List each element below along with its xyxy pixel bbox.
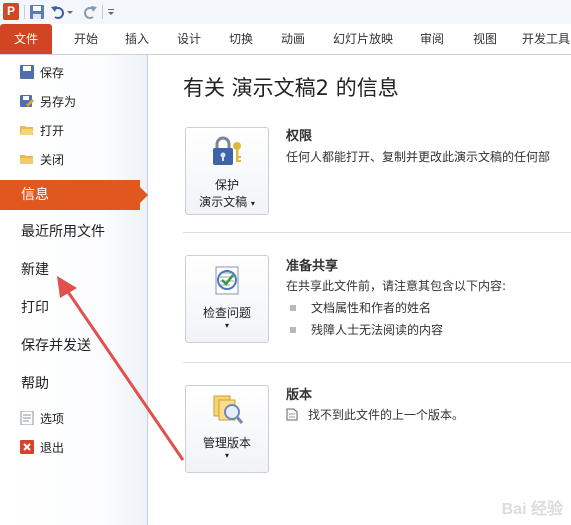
tab-insert[interactable]: 插入	[121, 24, 153, 54]
document-icon	[286, 408, 298, 421]
backstage-nav: 保存 另存为 打开 关闭 信息 最近所用文件 新建 打印 保存并发送 帮助 选项…	[0, 55, 148, 525]
permissions-description: 任何人都能打开、复制并更改此演示文稿的任何部	[286, 150, 551, 164]
page-title: 有关 演示文稿2 的信息	[183, 76, 399, 100]
nav-close[interactable]: 关闭	[20, 150, 64, 170]
bullet-icon	[290, 305, 296, 311]
tab-slide-show[interactable]: 幻灯片放映	[330, 24, 396, 54]
bullet-icon	[290, 327, 296, 333]
versions-heading: 版本	[286, 388, 313, 403]
list-item: 文档属性和作者的姓名	[290, 299, 431, 316]
nav-save[interactable]: 保存	[20, 63, 64, 83]
tab-design[interactable]: 设计	[173, 24, 205, 54]
manage-versions-icon	[213, 395, 244, 424]
nav-save-as[interactable]: 另存为	[20, 92, 76, 112]
section-divider	[183, 362, 571, 363]
tab-home[interactable]: 开始	[70, 24, 102, 54]
protect-label-line2: 演示文稿 ▾	[199, 195, 255, 209]
section-divider	[183, 232, 571, 233]
nav-save-as-label: 另存为	[40, 95, 77, 109]
permissions-heading: 权限	[286, 129, 313, 144]
save-as-icon	[20, 95, 34, 107]
nav-exit[interactable]: 退出	[20, 438, 64, 458]
dropdown-arrow-icon: ▾	[250, 199, 255, 208]
lock-keys-icon	[213, 136, 241, 165]
check-document-icon	[215, 266, 239, 295]
nav-print[interactable]: 打印	[0, 293, 147, 323]
list-item: 残障人士无法阅读的内容	[290, 321, 443, 338]
toolbar-separator	[24, 5, 25, 19]
tab-animations[interactable]: 动画	[277, 24, 309, 54]
nav-exit-label: 退出	[40, 441, 65, 455]
nav-close-label: 关闭	[40, 153, 65, 167]
quick-access-toolbar: P	[0, 0, 571, 25]
protect-presentation-button[interactable]: 保护 演示文稿 ▾	[185, 127, 269, 215]
powerpoint-app-icon[interactable]: P	[3, 3, 19, 20]
info-panel: 有关 演示文稿2 的信息 保护 演示文稿 ▾ 权限 任何人都能打开、复制并更改此…	[148, 55, 571, 525]
tab-review[interactable]: 审阅	[416, 24, 448, 54]
tab-file[interactable]: 文件	[0, 24, 52, 54]
tab-developer[interactable]: 开发工具	[522, 24, 571, 54]
manage-versions-button[interactable]: 管理版本 ▾	[185, 385, 269, 473]
save-icon	[20, 65, 34, 79]
prepare-heading: 准备共享	[286, 259, 339, 274]
manage-versions-label: 管理版本	[202, 436, 251, 450]
close-folder-icon	[20, 155, 33, 164]
dropdown-arrow-icon: ▾	[224, 321, 229, 330]
ribbon-tabs: 文件 开始 插入 设计 切换 动画 幻灯片放映 审阅 视图 开发工具	[0, 24, 571, 55]
tab-transitions[interactable]: 切换	[225, 24, 257, 54]
check-for-issues-button[interactable]: 检查问题 ▾	[185, 255, 269, 343]
nav-save-and-send[interactable]: 保存并发送	[0, 331, 147, 361]
nav-info[interactable]: 信息	[0, 180, 148, 210]
redo-icon[interactable]	[82, 4, 98, 20]
watermark: Bai 经验	[501, 501, 563, 518]
versions-description: 找不到此文件的上一个版本。	[286, 406, 464, 423]
nav-options-label: 选项	[40, 412, 65, 426]
exit-icon	[20, 440, 34, 454]
options-icon	[20, 411, 34, 425]
customize-toolbar-icon[interactable]	[106, 4, 116, 20]
nav-help[interactable]: 帮助	[0, 369, 147, 399]
nav-recent[interactable]: 最近所用文件	[0, 217, 147, 247]
undo-icon[interactable]	[50, 4, 66, 20]
nav-save-label: 保存	[40, 66, 65, 80]
nav-new[interactable]: 新建	[0, 255, 147, 285]
open-folder-icon	[20, 126, 34, 135]
nav-options[interactable]: 选项	[20, 409, 64, 429]
tab-view[interactable]: 视图	[469, 24, 501, 54]
check-issues-label: 检查问题	[202, 306, 251, 320]
undo-dropdown-icon[interactable]	[66, 4, 74, 20]
nav-open[interactable]: 打开	[20, 121, 64, 141]
save-icon[interactable]	[29, 4, 45, 20]
dropdown-arrow-icon: ▾	[224, 451, 229, 460]
prepare-description: 在共享此文件前，请注意其包含以下内容:	[286, 279, 507, 293]
nav-open-label: 打开	[40, 124, 65, 138]
toolbar-separator	[102, 5, 103, 19]
protect-label-line1: 保护	[214, 178, 239, 192]
